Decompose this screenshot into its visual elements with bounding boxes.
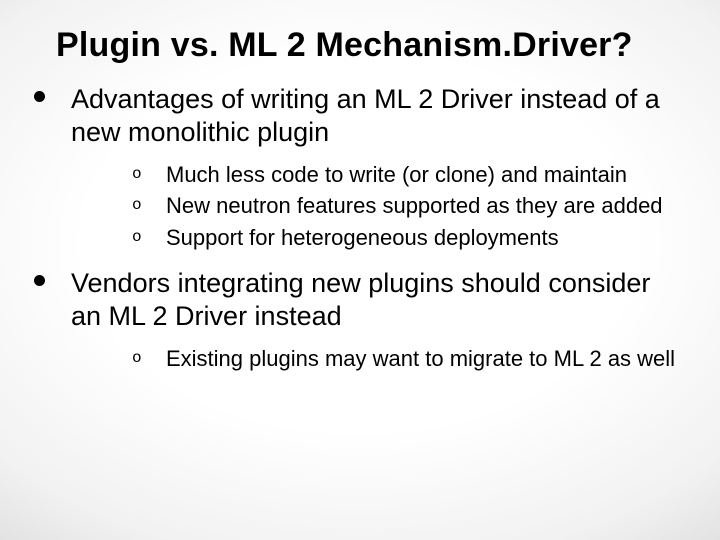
- bullet-row: Vendors integrating new plugins should c…: [44, 267, 682, 333]
- sub-item: o Much less code to write (or clone) and…: [132, 161, 682, 189]
- sub-item: o Existing plugins may want to migrate t…: [132, 345, 682, 373]
- sub-marker-icon: o: [132, 224, 166, 250]
- sub-marker-icon: o: [132, 345, 166, 371]
- sub-list: o Much less code to write (or clone) and…: [132, 161, 682, 252]
- sub-item: o Support for heterogeneous deployments: [132, 224, 682, 252]
- bullet-lead: Advantages of writing an ML 2 Driver ins…: [71, 83, 682, 149]
- sub-marker-icon: o: [132, 192, 166, 218]
- sub-text: Existing plugins may want to migrate to …: [166, 345, 675, 373]
- sub-text: Much less code to write (or clone) and m…: [166, 161, 627, 189]
- disc-bullet-icon: [34, 91, 45, 102]
- sub-list: o Existing plugins may want to migrate t…: [132, 345, 682, 373]
- sub-marker-icon: o: [132, 161, 166, 187]
- slide: Plugin vs. ML 2 Mechanism.Driver? Advant…: [0, 0, 720, 540]
- bullet-row: Advantages of writing an ML 2 Driver ins…: [44, 83, 682, 149]
- bullet-lead: Vendors integrating new plugins should c…: [71, 267, 682, 333]
- sub-text: Support for heterogeneous deployments: [166, 224, 559, 252]
- disc-bullet-icon: [34, 275, 45, 286]
- sub-item: o New neutron features supported as they…: [132, 192, 682, 220]
- slide-title: Plugin vs. ML 2 Mechanism.Driver?: [44, 26, 682, 65]
- sub-text: New neutron features supported as they a…: [166, 192, 663, 220]
